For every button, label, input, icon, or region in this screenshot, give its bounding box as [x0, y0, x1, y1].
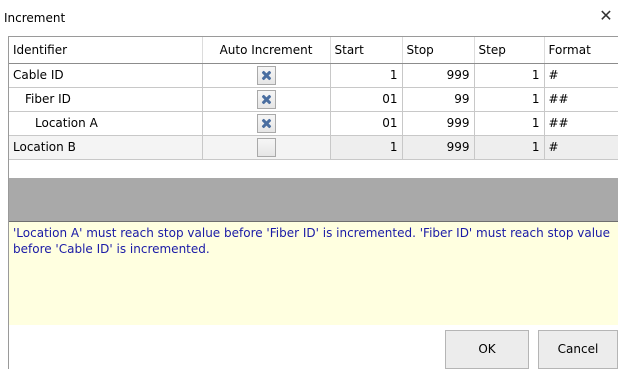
format-cell[interactable]: ## [544, 111, 618, 136]
stop-cell[interactable]: 999 [402, 111, 475, 136]
step-cell[interactable]: 1 [474, 63, 545, 88]
start-cell[interactable]: 1 [330, 135, 403, 160]
col-header-identifier[interactable]: Identifier [9, 37, 203, 64]
auto-increment-checkbox[interactable] [256, 89, 276, 109]
format-cell[interactable]: # [544, 63, 618, 88]
ok-button[interactable]: OK [445, 330, 529, 369]
col-header-auto-increment[interactable]: Auto Increment [202, 37, 331, 64]
col-header-format[interactable]: Format [544, 37, 618, 64]
auto-increment-cell[interactable] [202, 63, 331, 88]
auto-increment-cell[interactable] [202, 111, 331, 136]
stop-cell[interactable]: 99 [402, 87, 475, 112]
window-title: Increment [4, 11, 66, 25]
auto-increment-checkbox[interactable] [256, 113, 276, 133]
start-cell[interactable]: 01 [330, 111, 403, 136]
grid-empty-area [9, 178, 618, 222]
table-row[interactable]: Location A 01 999 1 ## [9, 111, 618, 136]
title-bar: Increment ✕ [0, 0, 618, 36]
header-row: Identifier Auto Increment Start Stop Ste… [9, 37, 618, 64]
auto-increment-checkbox[interactable] [256, 65, 276, 85]
identifier-cell[interactable]: Fiber ID [9, 87, 203, 112]
col-header-start[interactable]: Start [330, 37, 403, 64]
cancel-button[interactable]: Cancel [538, 330, 618, 369]
col-header-stop[interactable]: Stop [402, 37, 475, 64]
auto-increment-cell[interactable] [202, 135, 331, 160]
step-cell[interactable]: 1 [474, 87, 545, 112]
identifier-cell[interactable]: Cable ID [9, 63, 203, 88]
table-row[interactable]: Fiber ID 01 99 1 ## [9, 87, 618, 112]
table-row[interactable]: Location B 1 999 1 # [9, 135, 618, 160]
stop-cell[interactable]: 999 [402, 135, 475, 160]
col-header-step[interactable]: Step [474, 37, 545, 64]
table-row[interactable]: Cable ID 1 999 1 # [9, 63, 618, 88]
auto-increment-checkbox[interactable] [256, 137, 276, 157]
start-cell[interactable]: 01 [330, 87, 403, 112]
auto-increment-cell[interactable] [202, 87, 331, 112]
format-cell[interactable]: ## [544, 87, 618, 112]
identifier-cell[interactable]: Location B [9, 135, 203, 160]
increment-grid: Identifier Auto Increment Start Stop Ste… [9, 36, 618, 160]
identifier-cell[interactable]: Location A [9, 111, 203, 136]
format-cell[interactable]: # [544, 135, 618, 160]
step-cell[interactable]: 1 [474, 111, 545, 136]
stop-cell[interactable]: 999 [402, 63, 475, 88]
step-cell[interactable]: 1 [474, 135, 545, 160]
close-icon[interactable]: ✕ [598, 8, 614, 24]
info-message: 'Location A' must reach stop value befor… [9, 222, 618, 325]
start-cell[interactable]: 1 [330, 63, 403, 88]
